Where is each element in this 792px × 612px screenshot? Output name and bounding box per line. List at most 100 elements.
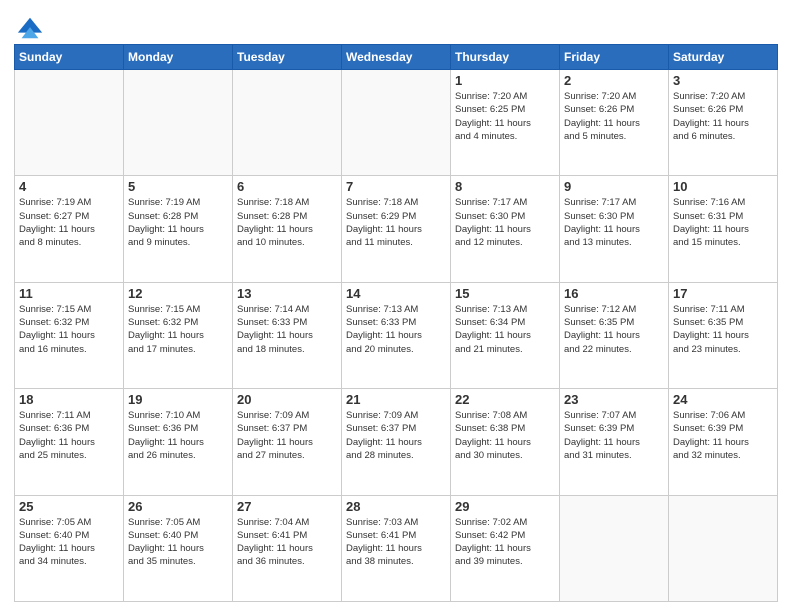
day-info: Sunrise: 7:08 AM Sunset: 6:38 PM Dayligh… — [455, 409, 555, 462]
day-number: 1 — [455, 73, 555, 88]
day-info: Sunrise: 7:02 AM Sunset: 6:42 PM Dayligh… — [455, 516, 555, 569]
day-number: 21 — [346, 392, 446, 407]
calendar-cell — [669, 495, 778, 601]
day-number: 9 — [564, 179, 664, 194]
day-info: Sunrise: 7:15 AM Sunset: 6:32 PM Dayligh… — [128, 303, 228, 356]
calendar-cell: 15Sunrise: 7:13 AM Sunset: 6:34 PM Dayli… — [451, 282, 560, 388]
day-info: Sunrise: 7:13 AM Sunset: 6:33 PM Dayligh… — [346, 303, 446, 356]
calendar-table: SundayMondayTuesdayWednesdayThursdayFrid… — [14, 44, 778, 602]
weekday-header-monday: Monday — [124, 45, 233, 70]
day-number: 12 — [128, 286, 228, 301]
calendar-cell: 17 Sunrise: 7:11 AM Sunset: 6:35 PM Dayli… — [669, 282, 778, 388]
calendar-cell: 11 Sunrise: 7:15 AM Sunset: 6:32 PM Dayli… — [15, 282, 124, 388]
calendar-cell: 21 Sunrise: 7:09 AM Sunset: 6:37 PM Dayli… — [342, 389, 451, 495]
calendar-cell — [124, 70, 233, 176]
calendar-cell: 24 Sunrise: 7:06 AM Sunset: 6:39 PM Dayli… — [669, 389, 778, 495]
day-info: Sunrise: 7:19 AM Sunset: 6:27 PM Dayligh… — [19, 196, 119, 249]
calendar-cell: 14 Sunrise: 7:13 AM Sunset: 6:33 PM Dayli… — [342, 282, 451, 388]
calendar-cell: 19 Sunrise: 7:10 AM Sunset: 6:36 PM Dayli… — [124, 389, 233, 495]
day-info: Sunrise: 7:17 AM Sunset: 6:30 PM Dayligh… — [564, 196, 664, 249]
day-info: Sunrise: 7:07 AM Sunset: 6:39 PM Dayligh… — [564, 409, 664, 462]
day-info: Sunrise: 7:16 AM Sunset: 6:31 PM Dayligh… — [673, 196, 773, 249]
day-info: Sunrise: 7:04 AM Sunset: 6:41 PM Dayligh… — [237, 516, 337, 569]
day-info: Sunrise: 7:13 AM Sunset: 6:34 PM Dayligh… — [455, 303, 555, 356]
calendar-cell: 5 Sunrise: 7:19 AM Sunset: 6:28 PM Daylig… — [124, 176, 233, 282]
day-info: Sunrise: 7:20 AM Sunset: 6:25 PM Dayligh… — [455, 90, 555, 143]
calendar-cell: 20Sunrise: 7:09 AM Sunset: 6:37 PM Dayli… — [233, 389, 342, 495]
page-container: SundayMondayTuesdayWednesdayThursdayFrid… — [0, 0, 792, 612]
calendar-cell: 3Sunrise: 7:20 AM Sunset: 6:26 PM Daylig… — [669, 70, 778, 176]
day-info: Sunrise: 7:14 AM Sunset: 6:33 PM Dayligh… — [237, 303, 337, 356]
day-info: Sunrise: 7:10 AM Sunset: 6:36 PM Dayligh… — [128, 409, 228, 462]
day-number: 28 — [346, 499, 446, 514]
weekday-header-wednesday: Wednesday — [342, 45, 451, 70]
day-info: Sunrise: 7:09 AM Sunset: 6:37 PM Dayligh… — [237, 409, 337, 462]
day-info: Sunrise: 7:11 AM Sunset: 6:36 PM Dayligh… — [19, 409, 119, 462]
day-number: 4 — [19, 179, 119, 194]
calendar-cell — [233, 70, 342, 176]
calendar-cell: 9 Sunrise: 7:17 AM Sunset: 6:30 PM Daylig… — [560, 176, 669, 282]
calendar-cell: 25 Sunrise: 7:05 AM Sunset: 6:40 PM Dayli… — [15, 495, 124, 601]
day-number: 11 — [19, 286, 119, 301]
day-info: Sunrise: 7:09 AM Sunset: 6:37 PM Dayligh… — [346, 409, 446, 462]
calendar-cell: 2 Sunrise: 7:20 AM Sunset: 6:26 PM Daylig… — [560, 70, 669, 176]
day-number: 18 — [19, 392, 119, 407]
calendar-week-0: 1 Sunrise: 7:20 AM Sunset: 6:25 PM Daylig… — [15, 70, 778, 176]
calendar-cell: 29 Sunrise: 7:02 AM Sunset: 6:42 PM Dayli… — [451, 495, 560, 601]
day-number: 10 — [673, 179, 773, 194]
header — [14, 10, 778, 38]
day-info: Sunrise: 7:06 AM Sunset: 6:39 PM Dayligh… — [673, 409, 773, 462]
weekday-header-tuesday: Tuesday — [233, 45, 342, 70]
day-info: Sunrise: 7:05 AM Sunset: 6:40 PM Dayligh… — [19, 516, 119, 569]
day-info: Sunrise: 7:17 AM Sunset: 6:30 PM Dayligh… — [455, 196, 555, 249]
day-number: 17 — [673, 286, 773, 301]
day-info: Sunrise: 7:20 AM Sunset: 6:26 PM Dayligh… — [673, 90, 773, 143]
day-info: Sunrise: 7:11 AM Sunset: 6:35 PM Dayligh… — [673, 303, 773, 356]
day-number: 5 — [128, 179, 228, 194]
calendar-cell — [15, 70, 124, 176]
calendar-cell: 13 Sunrise: 7:14 AM Sunset: 6:33 PM Dayli… — [233, 282, 342, 388]
day-number: 6 — [237, 179, 337, 194]
calendar-cell — [560, 495, 669, 601]
day-info: Sunrise: 7:19 AM Sunset: 6:28 PM Dayligh… — [128, 196, 228, 249]
calendar-cell: 16 Sunrise: 7:12 AM Sunset: 6:35 PM Dayli… — [560, 282, 669, 388]
calendar-week-4: 25 Sunrise: 7:05 AM Sunset: 6:40 PM Dayli… — [15, 495, 778, 601]
weekday-header-thursday: Thursday — [451, 45, 560, 70]
day-number: 22 — [455, 392, 555, 407]
day-number: 2 — [564, 73, 664, 88]
day-number: 25 — [19, 499, 119, 514]
calendar-week-3: 18 Sunrise: 7:11 AM Sunset: 6:36 PM Dayli… — [15, 389, 778, 495]
day-number: 23 — [564, 392, 664, 407]
calendar-cell: 18 Sunrise: 7:11 AM Sunset: 6:36 PM Dayli… — [15, 389, 124, 495]
calendar-cell: 8Sunrise: 7:17 AM Sunset: 6:30 PM Daylig… — [451, 176, 560, 282]
calendar-cell: 22 Sunrise: 7:08 AM Sunset: 6:38 PM Dayli… — [451, 389, 560, 495]
calendar-cell — [342, 70, 451, 176]
calendar-cell: 23 Sunrise: 7:07 AM Sunset: 6:39 PM Dayli… — [560, 389, 669, 495]
day-info: Sunrise: 7:03 AM Sunset: 6:41 PM Dayligh… — [346, 516, 446, 569]
day-number: 26 — [128, 499, 228, 514]
day-info: Sunrise: 7:20 AM Sunset: 6:26 PM Dayligh… — [564, 90, 664, 143]
calendar-cell: 1 Sunrise: 7:20 AM Sunset: 6:25 PM Daylig… — [451, 70, 560, 176]
day-info: Sunrise: 7:15 AM Sunset: 6:32 PM Dayligh… — [19, 303, 119, 356]
calendar-cell: 6Sunrise: 7:18 AM Sunset: 6:28 PM Daylig… — [233, 176, 342, 282]
weekday-header-saturday: Saturday — [669, 45, 778, 70]
weekday-header-friday: Friday — [560, 45, 669, 70]
calendar-week-1: 4 Sunrise: 7:19 AM Sunset: 6:27 PM Daylig… — [15, 176, 778, 282]
logo-icon — [16, 14, 44, 42]
calendar-cell: 27 Sunrise: 7:04 AM Sunset: 6:41 PM Dayli… — [233, 495, 342, 601]
day-number: 27 — [237, 499, 337, 514]
day-info: Sunrise: 7:05 AM Sunset: 6:40 PM Dayligh… — [128, 516, 228, 569]
day-number: 29 — [455, 499, 555, 514]
day-number: 13 — [237, 286, 337, 301]
calendar-cell: 10 Sunrise: 7:16 AM Sunset: 6:31 PM Dayli… — [669, 176, 778, 282]
calendar-cell: 7Sunrise: 7:18 AM Sunset: 6:29 PM Daylig… — [342, 176, 451, 282]
calendar-cell: 4 Sunrise: 7:19 AM Sunset: 6:27 PM Daylig… — [15, 176, 124, 282]
day-info: Sunrise: 7:12 AM Sunset: 6:35 PM Dayligh… — [564, 303, 664, 356]
calendar-cell: 12 Sunrise: 7:15 AM Sunset: 6:32 PM Dayli… — [124, 282, 233, 388]
day-number: 24 — [673, 392, 773, 407]
day-number: 19 — [128, 392, 228, 407]
weekday-header-sunday: Sunday — [15, 45, 124, 70]
day-number: 16 — [564, 286, 664, 301]
day-number: 14 — [346, 286, 446, 301]
calendar-cell: 28 Sunrise: 7:03 AM Sunset: 6:41 PM Dayli… — [342, 495, 451, 601]
